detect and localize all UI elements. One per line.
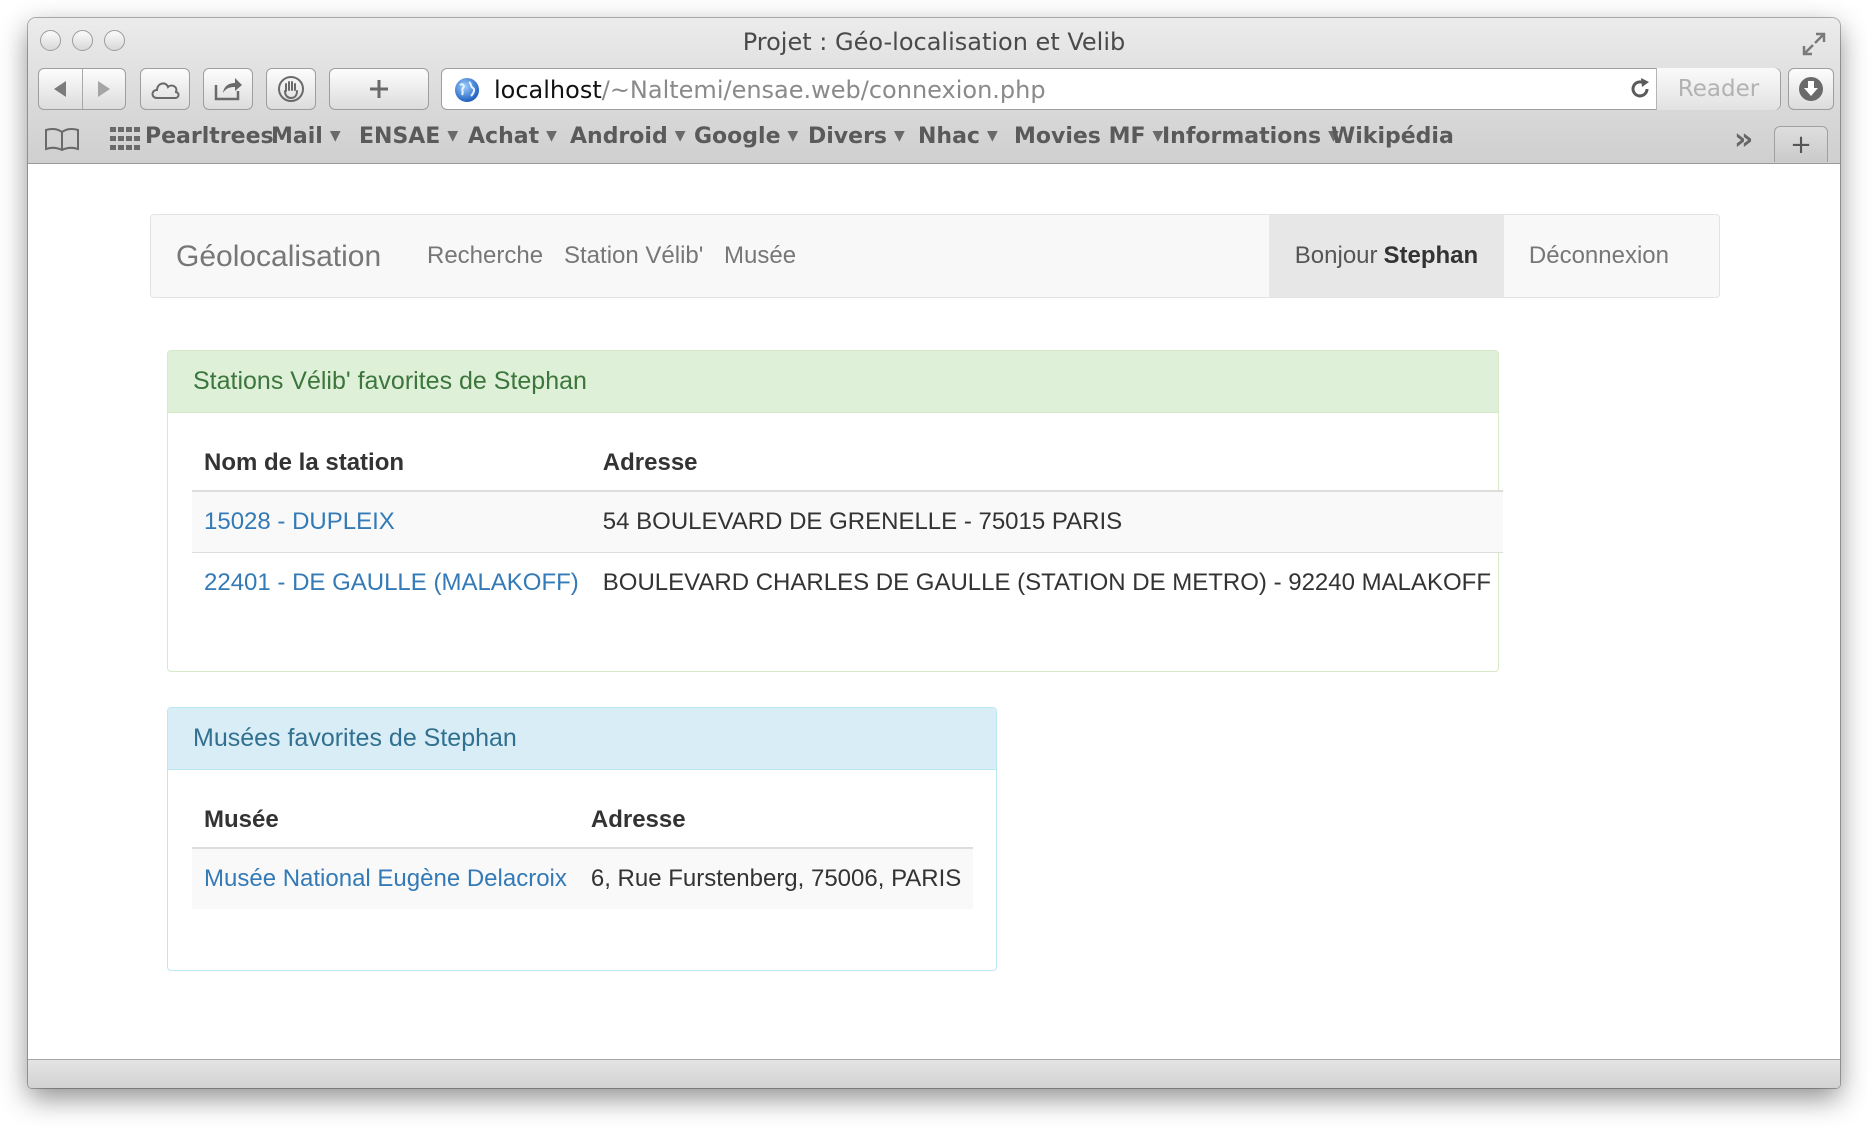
plus-icon: [370, 80, 388, 98]
bookmark-item[interactable]: Google ▼: [694, 124, 798, 149]
fullscreen-icon[interactable]: [1800, 30, 1828, 58]
museum-table: Musée Adresse Musée National Eugène Dela…: [192, 792, 974, 909]
bookmark-item[interactable]: Mail ▼: [271, 124, 341, 149]
share-icon: [214, 78, 242, 101]
table-header-row: Musée Adresse: [192, 792, 974, 849]
column-header-address: Adresse: [578, 792, 974, 849]
station-cell: 22401 - DE GAULLE (MALAKOFF): [192, 552, 591, 613]
add-bookmark-button[interactable]: [329, 68, 429, 110]
dropdown-caret-icon: ▼: [674, 128, 686, 144]
downloads-button[interactable]: [1788, 68, 1834, 110]
museum-panel-heading: Musées favorites de Stephan: [168, 708, 996, 770]
book-icon[interactable]: [44, 127, 80, 151]
download-icon: [1799, 77, 1823, 101]
globe-icon: [455, 78, 479, 102]
window-title: Projet : Géo-localisation et Velib: [742, 28, 1126, 56]
reload-icon[interactable]: [1628, 77, 1652, 101]
bookmark-item[interactable]: Achat ▼: [468, 124, 557, 149]
url-text[interactable]: localhost/~Naltemi/ensae.web/connexion.p…: [494, 76, 1046, 104]
site-brand[interactable]: Géolocalisation: [176, 240, 381, 274]
velib-table: Nom de la station Adresse 15028 - DUPLEI…: [192, 435, 1503, 613]
grid-icon[interactable]: [110, 127, 142, 151]
station-link[interactable]: 15028 - DUPLEIX: [204, 508, 395, 535]
table-row: Musée National Eugène Delacroix 6, Rue F…: [192, 847, 974, 909]
velib-favorites-panel: Stations Vélib' favorites de Stephan Nom…: [167, 350, 1503, 672]
url-path: /~Naltemi/ensae.web/connexion.php: [601, 76, 1046, 104]
bookmarks-bar: Pearltrees Mail ▼ ENSAE ▼ Achat ▼ Android ▼ Googl…: [28, 118, 1840, 158]
bookmark-label: Android: [570, 124, 668, 149]
museum-favorites-panel: Musées favorites de Stephan Musée Adress…: [167, 707, 997, 971]
bookmark-label: Achat: [468, 124, 540, 149]
column-header-station-name: Nom de la station: [192, 435, 591, 492]
bookmark-item[interactable]: Divers ▼: [808, 124, 905, 149]
station-cell: 15028 - DUPLEIX: [192, 490, 591, 553]
bookmark-label: Pearltrees: [145, 124, 274, 149]
logout-link[interactable]: Déconnexion: [1529, 242, 1669, 270]
column-header-museum: Musée: [192, 792, 579, 849]
user-name: Stephan: [1383, 242, 1479, 269]
bookmark-item[interactable]: Movies MF ▼: [1014, 124, 1163, 149]
icloud-tabs-button[interactable]: [140, 68, 190, 110]
station-address-cell: BOULEVARD CHARLES DE GAULLE (STATION DE …: [590, 552, 1503, 613]
dropdown-caret-icon: ▼: [986, 128, 998, 144]
browser-chrome: Projet : Géo-localisation et Velib local…: [28, 18, 1840, 164]
nav-link-station-velib[interactable]: Station Vélib': [564, 242, 703, 270]
reader-button[interactable]: Reader: [1656, 68, 1780, 110]
bookmark-item[interactable]: Android ▼: [570, 124, 685, 149]
bookmarks-overflow-button[interactable]: »: [1734, 122, 1753, 157]
hand-icon: [278, 76, 304, 102]
bookmark-item[interactable]: Pearltrees: [145, 124, 274, 149]
museum-cell: Musée National Eugène Delacroix: [192, 847, 579, 909]
bookmark-label: Mail: [271, 124, 323, 149]
user-greeting[interactable]: Bonjour Stephan: [1269, 215, 1504, 297]
title-bar: Projet : Géo-localisation et Velib: [28, 18, 1840, 68]
bookmark-label: Nhac: [918, 124, 980, 149]
status-bar: [28, 1059, 1840, 1088]
dropdown-caret-icon: ▼: [329, 128, 341, 144]
dropdown-caret-icon: ▼: [894, 128, 905, 144]
block-button[interactable]: [266, 68, 316, 110]
bookmark-label: Movies MF: [1014, 124, 1146, 149]
forward-icon: [97, 81, 110, 97]
bookmark-item[interactable]: ENSAE ▼: [359, 124, 458, 149]
back-forward-control: [38, 68, 126, 110]
greeting-prefix: Bonjour: [1294, 242, 1378, 269]
velib-panel-heading: Stations Vélib' favorites de Stephan: [168, 351, 1498, 413]
new-tab-button[interactable]: +: [1774, 126, 1828, 162]
url-host: localhost: [494, 76, 602, 104]
address-bar[interactable]: localhost/~Naltemi/ensae.web/connexion.p…: [441, 68, 1781, 110]
browser-window: Projet : Géo-localisation et Velib local…: [28, 18, 1840, 1088]
dropdown-caret-icon: ▼: [447, 128, 459, 144]
column-header-address: Adresse: [590, 435, 1503, 492]
bookmark-item[interactable]: Informations ▼: [1162, 124, 1339, 149]
bookmark-label: Informations: [1162, 124, 1322, 149]
back-icon: [54, 81, 67, 97]
table-header-row: Nom de la station Adresse: [192, 435, 1503, 492]
bookmark-item[interactable]: Nhac ▼: [918, 124, 998, 149]
dropdown-caret-icon: ▼: [546, 128, 557, 144]
table-row: 22401 - DE GAULLE (MALAKOFF) BOULEVARD C…: [192, 552, 1503, 613]
nav-link-recherche[interactable]: Recherche: [427, 242, 543, 270]
nav-link-musee[interactable]: Musée: [724, 242, 796, 270]
dropdown-caret-icon: ▼: [787, 128, 799, 144]
share-button[interactable]: [203, 68, 253, 110]
back-button[interactable]: [39, 69, 82, 109]
bookmark-item[interactable]: Wikipédia: [1331, 124, 1454, 149]
site-navbar: Géolocalisation Recherche Station Vélib'…: [150, 214, 1720, 298]
bookmark-label: Divers: [808, 124, 888, 149]
station-link[interactable]: 22401 - DE GAULLE (MALAKOFF): [204, 569, 579, 596]
table-row: 15028 - DUPLEIX 54 BOULEVARD DE GRENELLE…: [192, 490, 1503, 553]
page-content: Géolocalisation Recherche Station Vélib'…: [28, 164, 1840, 1060]
forward-button[interactable]: [81, 69, 126, 109]
cloud-icon: [151, 82, 180, 99]
bookmark-label: Wikipédia: [1331, 124, 1454, 149]
bookmark-label: Google: [694, 124, 781, 149]
museum-address-cell: 6, Rue Furstenberg, 75006, PARIS: [578, 847, 974, 909]
museum-link[interactable]: Musée National Eugène Delacroix: [204, 865, 567, 892]
bookmark-label: ENSAE: [359, 124, 441, 149]
station-address-cell: 54 BOULEVARD DE GRENELLE - 75015 PARIS: [590, 490, 1503, 553]
